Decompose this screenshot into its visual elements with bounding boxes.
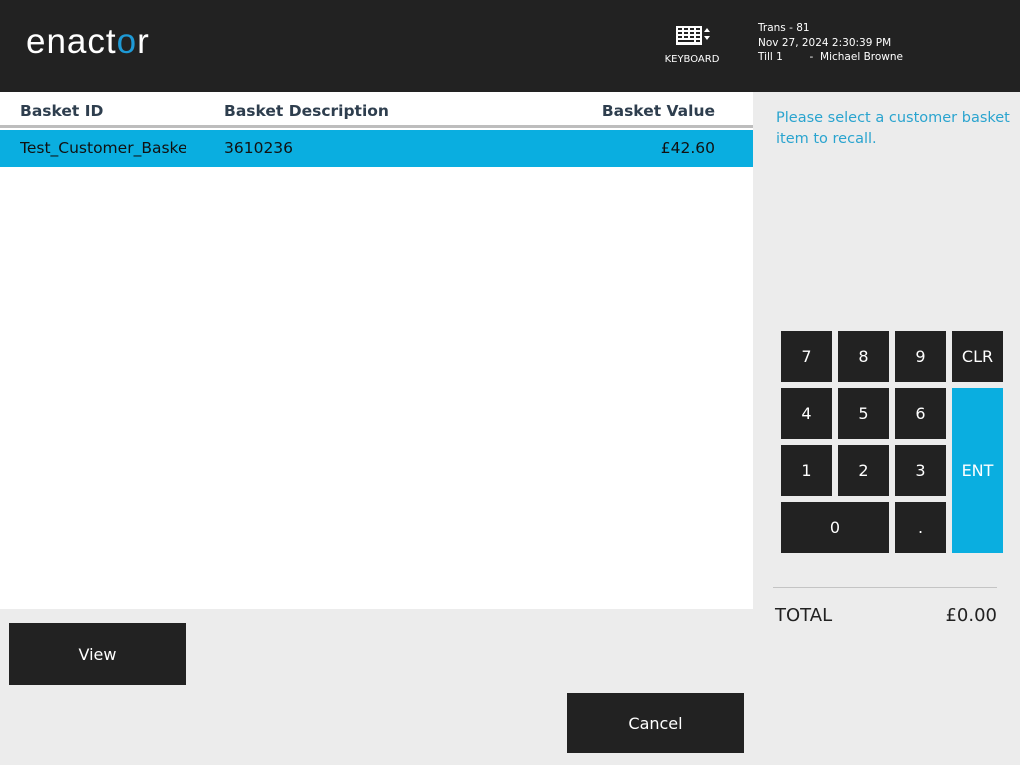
column-basket-description: Basket Description (224, 102, 389, 120)
table-row[interactable]: Test_Customer_Basket 3610236 £42.60 (0, 130, 753, 167)
key-clear[interactable]: CLR (952, 331, 1003, 382)
basket-description-cell: 3610236 (224, 139, 294, 157)
keyboard-icon (676, 26, 710, 45)
key-decimal[interactable]: . (895, 502, 946, 553)
header-bar: enactor KEYBOARD Trans - 81 Nov 27, 2024… (0, 0, 1020, 92)
basket-value-cell: £42.60 (660, 139, 715, 157)
key-3[interactable]: 3 (895, 445, 946, 496)
key-8[interactable]: 8 (838, 331, 889, 382)
keyboard-button[interactable]: KEYBOARD (660, 24, 724, 65)
key-enter[interactable]: ENT (952, 388, 1003, 553)
logo-refresh-icon: o (116, 22, 138, 61)
total-divider (773, 587, 997, 588)
basket-list: Basket ID Basket Description Basket Valu… (0, 92, 753, 609)
enactor-logo: enactor (26, 22, 150, 61)
key-2[interactable]: 2 (838, 445, 889, 496)
instruction-text: Please select a customer basket item to … (776, 110, 1010, 147)
total-value: £0.00 (945, 605, 997, 626)
key-9[interactable]: 9 (895, 331, 946, 382)
key-6[interactable]: 6 (895, 388, 946, 439)
view-button[interactable]: View (9, 623, 186, 685)
column-basket-id: Basket ID (20, 102, 104, 120)
basket-id-cell: Test_Customer_Basket (20, 139, 186, 157)
transaction-info: Trans - 81 Nov 27, 2024 2:30:39 PM Till … (758, 21, 903, 65)
key-5[interactable]: 5 (838, 388, 889, 439)
key-4[interactable]: 4 (781, 388, 832, 439)
key-1[interactable]: 1 (781, 445, 832, 496)
table-header: Basket ID Basket Description Basket Valu… (0, 92, 753, 128)
cancel-button[interactable]: Cancel (567, 693, 744, 753)
key-7[interactable]: 7 (781, 331, 832, 382)
key-0[interactable]: 0 (781, 502, 889, 553)
till-operator: Till 1 - Michael Browne (758, 51, 903, 63)
datetime: Nov 27, 2024 2:30:39 PM (758, 36, 892, 49)
keyboard-label: KEYBOARD (664, 54, 720, 65)
trans-number: Trans - 81 (758, 22, 810, 34)
column-basket-value: Basket Value (601, 102, 715, 120)
total-label: TOTAL (775, 605, 833, 626)
